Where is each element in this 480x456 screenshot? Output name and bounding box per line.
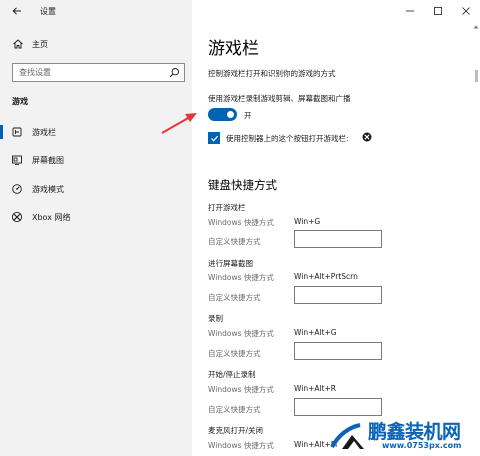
sidebar-item-game-mode[interactable]: 游戏模式 [0, 179, 192, 199]
close-icon [462, 7, 470, 15]
selection-indicator [0, 125, 3, 139]
watermark-url: www.0753px.com [382, 441, 462, 450]
windows-shortcut-label: Windows 快捷方式 [208, 385, 274, 394]
maximize-icon [434, 7, 442, 15]
custom-shortcut-label: 自定义快捷方式 [208, 405, 261, 414]
custom-shortcut-input[interactable] [294, 230, 382, 248]
watermark-logo-icon [330, 423, 364, 449]
app-title: 设置 [40, 7, 56, 16]
toggle-knob [227, 111, 234, 118]
game-mode-icon [12, 184, 22, 194]
minimize-button[interactable] [396, 0, 424, 22]
toggle-state-text: 开 [244, 111, 252, 120]
watermark-name: 鹏鑫装机网 [368, 421, 461, 443]
scrollbar[interactable] [472, 22, 480, 456]
sidebar-item-screenshot[interactable]: 屏幕截图 [0, 150, 192, 170]
custom-shortcut-label: 自定义快捷方式 [208, 293, 261, 302]
back-button[interactable] [8, 3, 26, 19]
custom-shortcut-input[interactable] [294, 342, 382, 360]
sidebar-item-home[interactable]: 主页 [0, 34, 192, 54]
sidebar-item-label: 游戏模式 [32, 185, 64, 194]
home-label: 主页 [32, 40, 48, 49]
search-box[interactable] [12, 63, 185, 82]
section-heading: 游戏 [12, 97, 28, 106]
back-arrow-icon [12, 7, 21, 15]
page-title: 游戏栏 [208, 39, 259, 59]
title-bar: 设置 [0, 0, 192, 22]
windows-shortcut-value: Win+Alt+R [294, 384, 337, 393]
checkmark-icon [210, 135, 218, 142]
windows-shortcut-label: Windows 快捷方式 [208, 218, 274, 227]
shortcut-title: 开始/停止录制 [208, 370, 256, 379]
annotation-arrow-icon [161, 113, 197, 134]
shortcut-title: 进行屏幕截图 [208, 259, 253, 268]
close-button[interactable] [452, 0, 480, 22]
sidebar-item-xbox-network[interactable]: Xbox 网络 [0, 207, 192, 227]
shortcut-title: 打开游戏栏 [208, 203, 246, 212]
search-icon[interactable] [169, 67, 180, 78]
sidebar-item-label: 游戏栏 [32, 128, 56, 137]
watermark: 鹏鑫装机网 www.0753px.com [330, 417, 476, 453]
sidebar: 设置 主页 游戏 游戏栏 屏幕截图 [0, 0, 192, 456]
custom-shortcut-input[interactable] [294, 398, 382, 416]
windows-shortcut-label: Windows 快捷方式 [208, 273, 274, 282]
xbox-icon [11, 211, 23, 223]
custom-shortcut-label: 自定义快捷方式 [208, 237, 261, 246]
maximize-button[interactable] [424, 0, 452, 22]
shortcut-title: 录制 [208, 314, 223, 323]
custom-shortcut-label: 自定义快捷方式 [208, 349, 261, 358]
windows-shortcut-value: Win+Alt+G [294, 328, 337, 337]
scroll-up-icon[interactable] [473, 24, 479, 30]
search-input[interactable] [13, 64, 163, 81]
page-description: 控制游戏栏打开和识别你的游戏的方式 [208, 69, 336, 78]
custom-shortcut-input[interactable] [294, 286, 382, 304]
sidebar-item-label: 屏幕截图 [32, 156, 64, 165]
xbox-button-icon [362, 132, 372, 142]
shortcuts-heading: 键盘快捷方式 [208, 178, 277, 192]
scroll-thumb[interactable] [475, 70, 478, 82]
screenshot-icon [12, 155, 22, 165]
windows-shortcut-value: Win+G [294, 217, 321, 226]
home-icon [13, 39, 23, 49]
shortcut-title: 麦克风打开/关闭 [208, 426, 264, 435]
sidebar-item-label: Xbox 网络 [32, 213, 71, 222]
window-controls [396, 0, 480, 22]
record-toggle[interactable] [208, 108, 237, 121]
minimize-icon [406, 10, 414, 12]
checkbox-label: 使用控制器上的这个按钮打开游戏栏: [226, 134, 349, 143]
windows-shortcut-value: Win+Alt+PrtScrn [294, 272, 358, 281]
controller-button-checkbox[interactable] [208, 132, 220, 144]
windows-shortcut-label: Windows 快捷方式 [208, 329, 274, 338]
game-bar-icon [12, 127, 22, 137]
windows-shortcut-label: Windows 快捷方式 [208, 441, 274, 450]
toggle-label: 使用游戏栏录制游戏剪辑、屏幕截图和广播 [208, 94, 351, 103]
main-pane: 游戏栏 控制游戏栏打开和识别你的游戏的方式 使用游戏栏录制游戏剪辑、屏幕截图和广… [192, 0, 480, 456]
